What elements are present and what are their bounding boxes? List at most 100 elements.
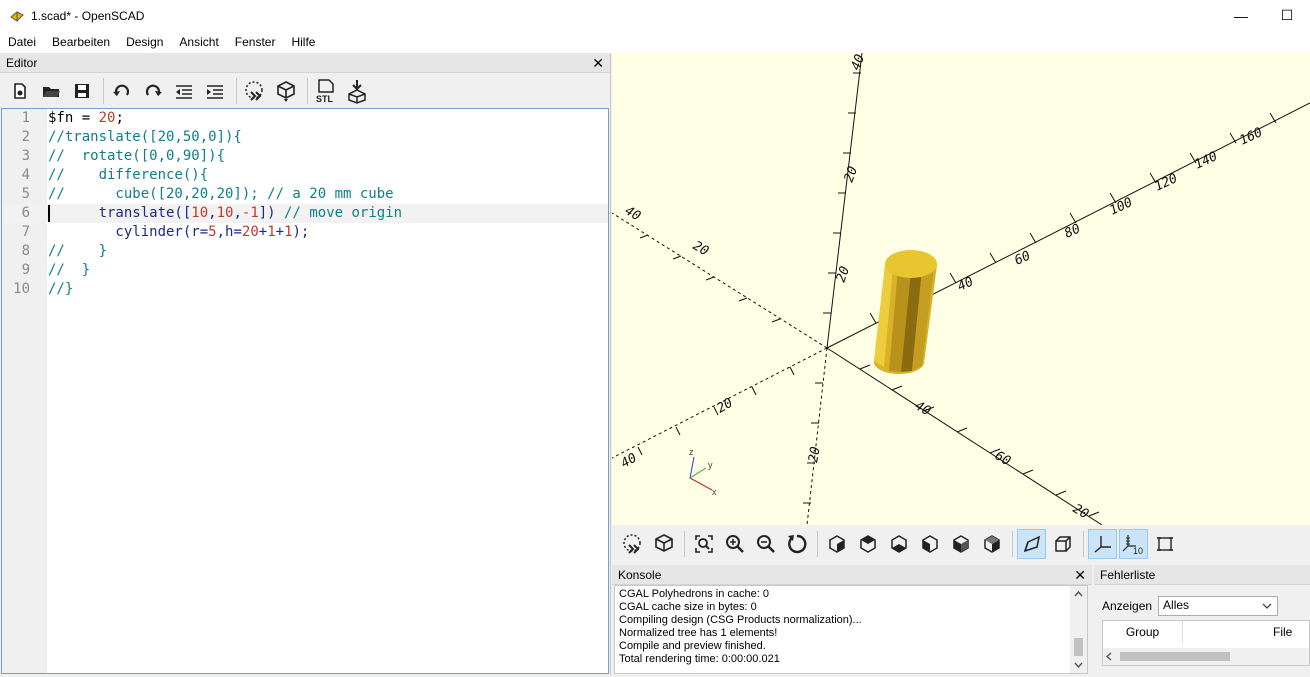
send-to-print-icon[interactable] bbox=[343, 77, 371, 105]
toolbar-separator bbox=[307, 77, 308, 104]
orthogonal-icon[interactable] bbox=[1048, 529, 1077, 559]
perspective-icon[interactable] bbox=[1017, 529, 1046, 559]
axis-label: 20 bbox=[806, 446, 824, 464]
toolbar-separator bbox=[1083, 531, 1084, 557]
scale-label: 10 bbox=[1133, 546, 1143, 555]
axis-label: 60 bbox=[1012, 248, 1033, 268]
editor-title: Editor bbox=[6, 55, 38, 70]
code-line[interactable]: 5 // cube([20,20,20]); // a 20 mm cube bbox=[2, 185, 608, 204]
editor-panel: Editor ✕ STL 1 $fn = 20; 2 //translate([… bbox=[0, 53, 611, 675]
code-editor[interactable]: 1 $fn = 20; 2 //translate([20,50,0]){ 3 // … bbox=[1, 108, 609, 674]
axis-label: 40 bbox=[955, 274, 976, 294]
horizontal-scrollbar[interactable] bbox=[1103, 648, 1309, 665]
view-bottom-icon[interactable] bbox=[884, 529, 913, 559]
code-line[interactable]: 10 //} bbox=[2, 280, 608, 299]
title-bar: 1.scad* - OpenSCAD — ☐ bbox=[0, 0, 1310, 31]
save-icon[interactable] bbox=[68, 77, 96, 105]
cylinder-object[interactable] bbox=[873, 250, 937, 375]
view-top-icon[interactable] bbox=[853, 529, 882, 559]
line-number: 1 bbox=[21, 110, 30, 126]
menu-hilfe[interactable]: Hilfe bbox=[283, 35, 323, 49]
console-panel: Konsole ✕ CGAL Polyhedrons in cache: 0 C… bbox=[612, 565, 1092, 675]
column-header-group[interactable]: Group bbox=[1103, 621, 1183, 643]
console-title: Konsole bbox=[618, 567, 662, 582]
render-icon[interactable] bbox=[272, 77, 300, 105]
view-back-icon[interactable] bbox=[977, 529, 1006, 559]
reset-view-icon[interactable] bbox=[782, 529, 811, 559]
view-left-icon[interactable] bbox=[915, 529, 944, 559]
axis-label: 140 bbox=[1192, 149, 1220, 173]
show-edges-icon[interactable] bbox=[1150, 529, 1179, 559]
line-number: 10 bbox=[13, 281, 30, 297]
open-file-icon[interactable] bbox=[37, 77, 65, 105]
code-line[interactable]: 9 // } bbox=[2, 261, 608, 280]
view-front-icon[interactable] bbox=[946, 529, 975, 559]
maximize-button[interactable]: ☐ bbox=[1264, 0, 1310, 31]
menu-fenster[interactable]: Fenster bbox=[227, 35, 284, 49]
minimize-button[interactable]: — bbox=[1218, 0, 1264, 31]
toolbar-separator bbox=[103, 77, 104, 104]
toolbar-separator bbox=[684, 531, 685, 557]
axis-label: 160 bbox=[1237, 125, 1265, 149]
column-header-file[interactable]: File bbox=[1273, 621, 1292, 643]
axis-label: 100 bbox=[1107, 195, 1135, 219]
unindent-icon[interactable] bbox=[170, 77, 198, 105]
view-all-icon[interactable] bbox=[689, 529, 718, 559]
filter-select[interactable]: Alles bbox=[1158, 596, 1279, 616]
redo-icon[interactable] bbox=[139, 77, 167, 105]
error-filter-row: Anzeigen Alles bbox=[1102, 596, 1279, 616]
axis-gizmo: z y x bbox=[689, 447, 717, 497]
preview-icon[interactable] bbox=[241, 77, 269, 105]
console-scrollbar[interactable] bbox=[1070, 586, 1087, 673]
export-stl-icon[interactable]: STL bbox=[312, 77, 340, 105]
line-number: 5 bbox=[21, 186, 30, 202]
code-text: //translate([20,50,0]){ bbox=[48, 129, 242, 145]
axis-label: 120 bbox=[1152, 171, 1180, 195]
preview-icon[interactable] bbox=[618, 529, 647, 559]
code-line[interactable]: 3 // rotate([0,0,90]){ bbox=[2, 147, 608, 166]
new-file-icon[interactable] bbox=[6, 77, 34, 105]
axis-label: 40 bbox=[912, 398, 933, 419]
undo-icon[interactable] bbox=[108, 77, 136, 105]
code-text: // rotate([0,0,90]){ bbox=[48, 148, 226, 164]
render-icon[interactable] bbox=[649, 529, 678, 559]
console-close-button[interactable]: ✕ bbox=[1074, 568, 1086, 582]
code-line[interactable]: 7 cylinder(r=5,h=20+1+1); bbox=[2, 223, 608, 242]
gizmo-z-label: z bbox=[689, 447, 694, 457]
console-output[interactable]: CGAL Polyhedrons in cache: 0 CGAL cache … bbox=[614, 585, 1088, 674]
code-line[interactable]: 1 $fn = 20; bbox=[2, 109, 608, 128]
menu-ansicht[interactable]: Ansicht bbox=[171, 35, 226, 49]
3d-scene[interactable]: 40 20 20 40 60 20 40 60 80 100 120 140 1… bbox=[612, 53, 1310, 525]
zoom-in-icon[interactable] bbox=[720, 529, 749, 559]
code-line[interactable]: 8 // } bbox=[2, 242, 608, 261]
filter-label: Anzeigen bbox=[1102, 599, 1153, 613]
code-line[interactable]: 4 // difference(){ bbox=[2, 166, 608, 185]
gizmo-x-label: x bbox=[712, 487, 717, 497]
code-text: // cube([20,20,20]); // a 20 mm cube bbox=[48, 186, 394, 202]
toolbar-separator bbox=[817, 531, 818, 557]
error-table[interactable]: Group File bbox=[1102, 620, 1310, 666]
indent-icon[interactable] bbox=[201, 77, 229, 105]
axis-label: 20 bbox=[842, 164, 862, 184]
z-axis-negative bbox=[806, 347, 828, 525]
code-line-current[interactable]: 6 translate([10,10,-1]) // move origin bbox=[2, 204, 608, 223]
code-text: // } bbox=[48, 243, 108, 259]
show-axes-icon[interactable] bbox=[1088, 529, 1117, 559]
menu-bearbeiten[interactable]: Bearbeiten bbox=[44, 35, 118, 49]
code-text: // difference(){ bbox=[48, 167, 209, 183]
error-list-panel: Fehlerliste Anzeigen Alles Group File bbox=[1094, 565, 1310, 675]
window-title: 1.scad* - OpenSCAD bbox=[31, 8, 145, 23]
editor-close-button[interactable]: ✕ bbox=[592, 56, 604, 70]
zoom-out-icon[interactable] bbox=[751, 529, 780, 559]
show-scale-icon[interactable]: 10 bbox=[1119, 529, 1148, 559]
console-line: Compile and preview finished. bbox=[619, 640, 766, 652]
gizmo-y-label: y bbox=[708, 460, 713, 470]
console-line: Total rendering time: 0:00:00.021 bbox=[619, 653, 780, 665]
console-line: Normalized tree has 1 elements! bbox=[619, 627, 778, 639]
menu-design[interactable]: Design bbox=[118, 35, 171, 49]
line-number: 7 bbox=[21, 224, 30, 240]
menu-datei[interactable]: Datei bbox=[0, 35, 44, 49]
code-line[interactable]: 2 //translate([20,50,0]){ bbox=[2, 128, 608, 147]
3d-viewport[interactable]: 40 20 20 40 60 20 40 60 80 100 120 140 1… bbox=[612, 53, 1310, 525]
view-right-icon[interactable] bbox=[822, 529, 851, 559]
